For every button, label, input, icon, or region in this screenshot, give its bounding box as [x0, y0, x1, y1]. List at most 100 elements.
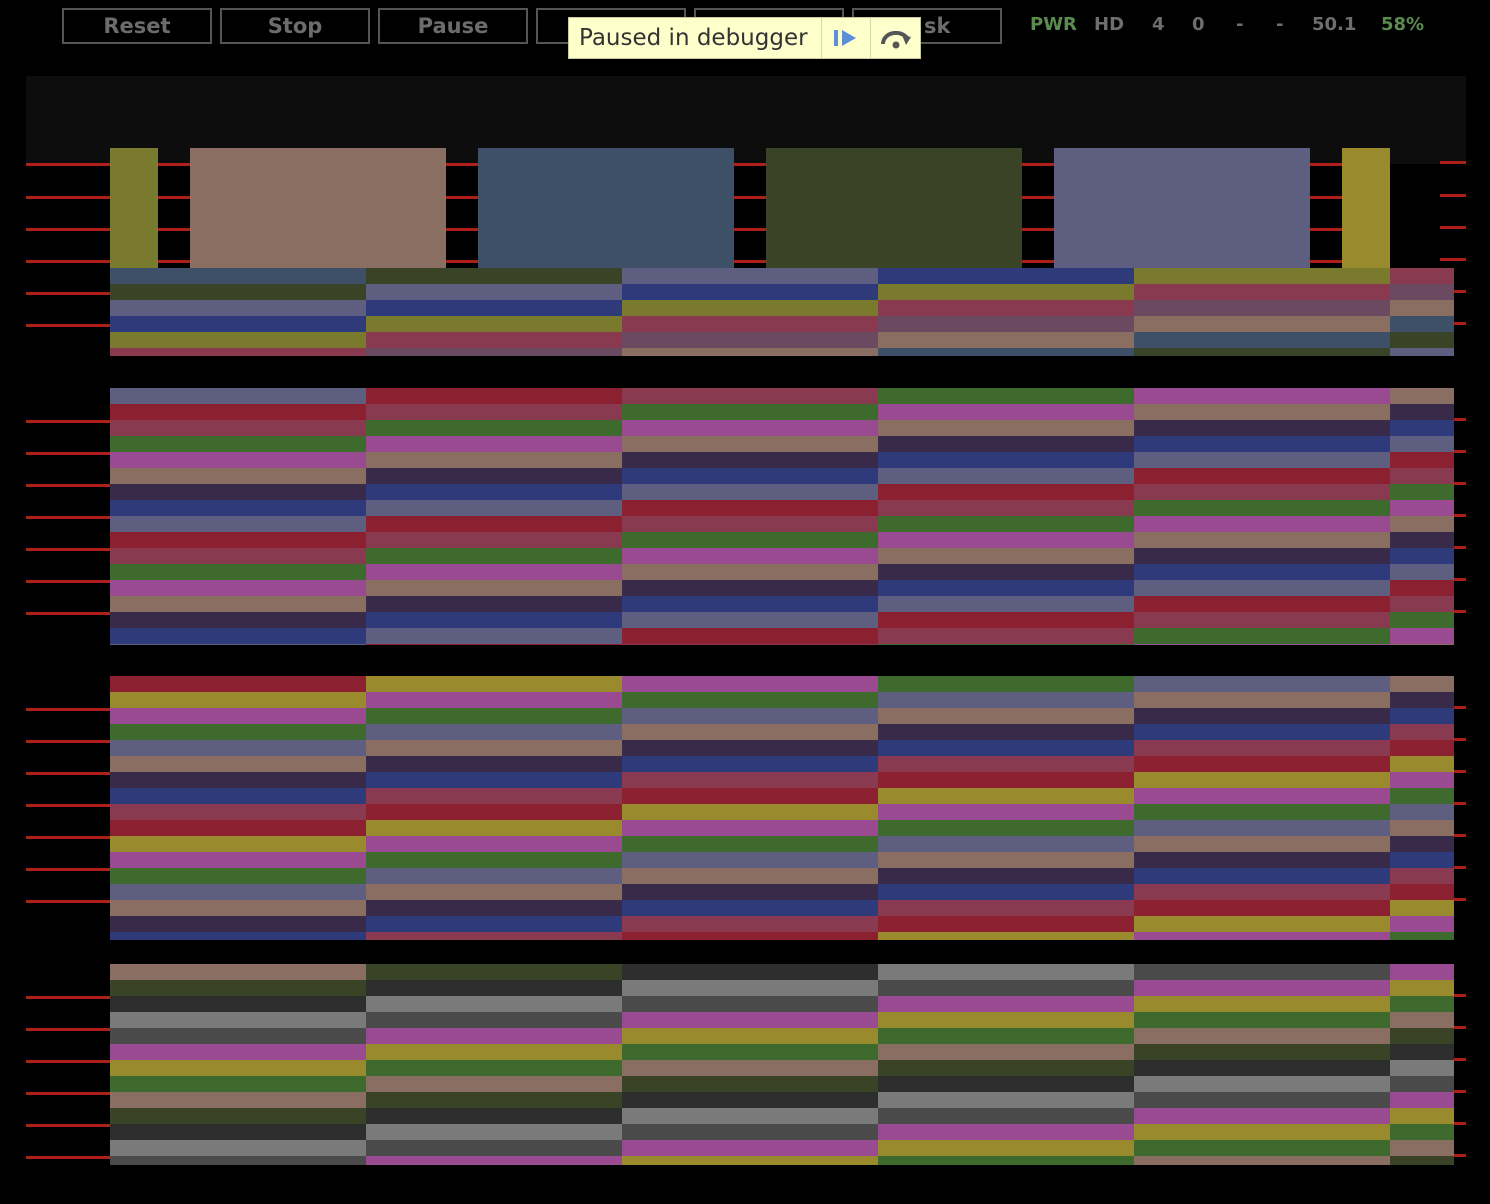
pixel-stripe [398, 980, 430, 996]
pixel-stripe [238, 900, 270, 916]
step-over-button[interactable] [870, 18, 920, 58]
pixel-stripe [654, 564, 686, 580]
pixel-stripe [302, 436, 334, 452]
pixel-stripe [1422, 628, 1454, 644]
scanline-tick [1440, 226, 1466, 229]
pixel-stripe [1422, 1076, 1454, 1092]
pixel-stripe [430, 564, 462, 580]
pixel-stripe [462, 916, 494, 932]
pixel-stripe [814, 1124, 846, 1140]
pixel-stripe [942, 1092, 974, 1108]
pixel-stripe [846, 500, 878, 516]
pixel-stripe [686, 836, 718, 852]
pixel-stripe [1326, 468, 1358, 484]
pixel-stripe [1006, 1092, 1038, 1108]
pixel-stripe [782, 268, 814, 284]
pixel-stripe [238, 1108, 270, 1124]
pixel-stripe [590, 548, 622, 564]
pixel-stripe [302, 788, 334, 804]
pixel-stripe [1070, 1012, 1102, 1028]
pixel-stripe [1038, 836, 1070, 852]
resume-button[interactable] [820, 18, 871, 58]
pixel-stripe [846, 996, 878, 1012]
pixel-stripe [270, 932, 302, 940]
pixel-stripe [1070, 484, 1102, 500]
pixel-stripe [494, 1140, 526, 1156]
stop-button[interactable]: Stop [220, 8, 370, 44]
pixel-stripe [846, 1156, 878, 1165]
pixel-stripe [750, 1028, 782, 1044]
pixel-stripe [846, 348, 878, 356]
pixel-stripe [1326, 348, 1358, 356]
pixel-stripe [1358, 740, 1390, 756]
pixel-stripe [782, 1156, 814, 1165]
pixel-stripe [1134, 500, 1166, 516]
pixel-stripe [174, 644, 206, 645]
pixel-stripe [462, 348, 494, 356]
pixel-stripe [334, 836, 366, 852]
pause-button[interactable]: Pause [378, 8, 528, 44]
pixel-stripe [526, 724, 558, 740]
pixel-stripe [302, 964, 334, 980]
pixel-stripe [110, 852, 142, 868]
pixel-stripe [174, 468, 206, 484]
pixel-stripe [1390, 628, 1422, 644]
pixel-stripe [494, 788, 526, 804]
pixel-stripe [174, 628, 206, 644]
pixel-stripe [1166, 1108, 1198, 1124]
pixel-stripe [686, 516, 718, 532]
pixel-stripe [110, 932, 142, 940]
pixel-stripe [686, 964, 718, 980]
pixel-stripe [590, 980, 622, 996]
pixel-stripe [782, 404, 814, 420]
pixel-stripe [1358, 708, 1390, 724]
pixel-stripe [366, 692, 398, 708]
pixel-stripe [238, 500, 270, 516]
pixel-stripe [1038, 932, 1070, 940]
pixel-stripe [430, 348, 462, 356]
pixel-stripe [686, 388, 718, 404]
pixel-stripe [1326, 420, 1358, 436]
pixel-stripe [334, 900, 366, 916]
pixel-stripe [462, 1028, 494, 1044]
pixel-stripe [302, 596, 334, 612]
pixel-stripe [622, 724, 654, 740]
pixel-stripe [1166, 388, 1198, 404]
pixel-stripe [1198, 676, 1230, 692]
pixel-stripe [974, 1140, 1006, 1156]
debugger-message: Paused in debugger [579, 25, 808, 51]
pixel-stripe [910, 628, 942, 644]
pixel-stripe [846, 1124, 878, 1140]
pixel-stripe [110, 868, 142, 884]
pixel-stripe [430, 580, 462, 596]
pixel-stripe [1262, 516, 1294, 532]
pixel-stripe [1070, 980, 1102, 996]
pixel-stripe [558, 772, 590, 788]
pixel-stripe [1230, 1140, 1262, 1156]
pixel-stripe [1262, 628, 1294, 644]
reset-button[interactable]: Reset [62, 8, 212, 44]
pixel-stripe [110, 756, 142, 772]
pixel-stripe [302, 404, 334, 420]
pixel-stripe [1358, 332, 1390, 348]
pixel-stripe [1134, 1044, 1166, 1060]
pixel-stripe [142, 388, 174, 404]
pixel-stripe [1262, 1060, 1294, 1076]
pixel-stripe [1326, 500, 1358, 516]
scanline-tick [26, 228, 110, 231]
pixel-stripe [174, 916, 206, 932]
pixel-stripe [1006, 788, 1038, 804]
pixel-stripe [526, 1076, 558, 1092]
pixel-stripe [206, 300, 238, 316]
pixel-stripe [654, 516, 686, 532]
pixel-stripe [1390, 836, 1422, 852]
pixel-stripe [1166, 884, 1198, 900]
pixel-stripe [238, 300, 270, 316]
pixel-stripe [1294, 868, 1326, 884]
pixel-stripe [910, 676, 942, 692]
pixel-stripe [1422, 964, 1454, 980]
pixel-stripe [718, 836, 750, 852]
pixel-stripe [1006, 404, 1038, 420]
pixel-stripe [398, 388, 430, 404]
pixel-stripe [1102, 932, 1134, 940]
